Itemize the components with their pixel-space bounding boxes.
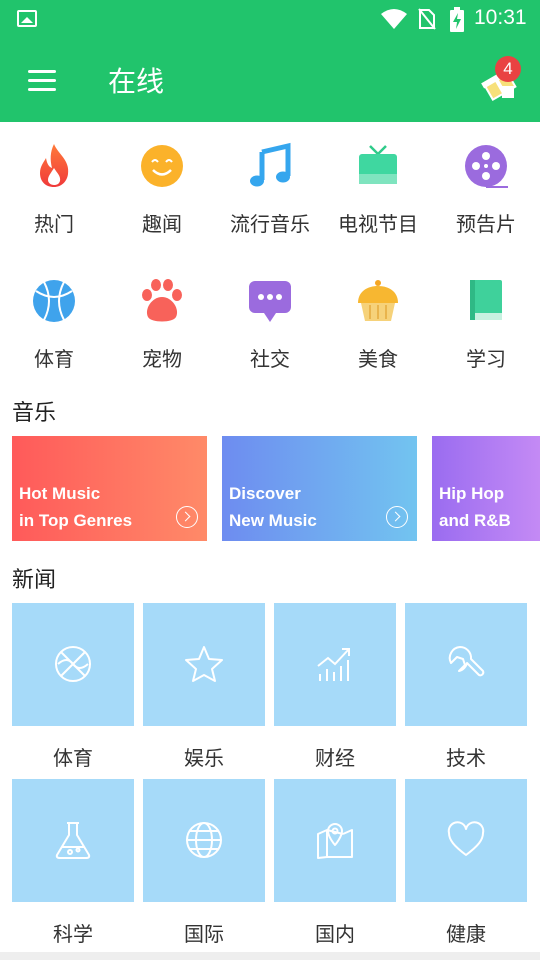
music-note-icon — [250, 142, 291, 187]
category-fun[interactable]: 趣闻 — [108, 122, 216, 242]
category-pets[interactable]: 宠物 — [108, 257, 216, 377]
category-label: 电视节目 — [338, 212, 418, 236]
status-bar: 10:31 — [0, 0, 540, 40]
news-tile-international[interactable] — [143, 779, 265, 902]
basketball-icon — [33, 280, 75, 322]
music-card-hot[interactable]: Hot Music in Top Genres — [12, 436, 207, 541]
status-time: 10:31 — [474, 6, 527, 29]
category-label: 社交 — [250, 347, 290, 371]
bottom-edge — [0, 952, 540, 960]
news-tile-tech[interactable] — [405, 603, 527, 726]
music-section-title: 音乐 — [12, 401, 57, 426]
category-label: 流行音乐 — [230, 212, 310, 236]
notification-badge: 4 — [495, 56, 521, 82]
cake-icon — [358, 280, 398, 321]
news-tile-finance[interactable] — [274, 603, 396, 726]
category-label: 预告片 — [456, 212, 516, 236]
category-label: 学习 — [466, 347, 506, 371]
category-tv-shows[interactable]: 电视节目 — [324, 122, 432, 242]
category-label: 美食 — [358, 347, 398, 371]
smiley-icon — [141, 145, 183, 187]
music-card-discover[interactable]: Discover New Music — [222, 436, 417, 541]
chevron-right-icon — [176, 506, 198, 528]
wrench-icon — [448, 645, 485, 677]
app-bar: 在线 4 — [0, 40, 540, 122]
chevron-right-icon — [386, 506, 408, 528]
news-label: 财经 — [315, 746, 355, 770]
news-label: 体育 — [53, 746, 93, 770]
category-hot[interactable]: 热门 — [0, 122, 108, 242]
news-tile-domestic[interactable] — [274, 779, 396, 902]
music-card-text: Hot Music in Top Genres — [19, 484, 133, 530]
news-label: 技术 — [446, 746, 486, 770]
chat-bubble-icon — [249, 281, 291, 322]
tv-icon — [359, 145, 397, 184]
category-food[interactable]: 美食 — [324, 257, 432, 377]
category-label: 热门 — [34, 212, 74, 236]
heart-icon — [447, 821, 485, 856]
book-icon — [470, 280, 502, 320]
category-study[interactable]: 学习 — [432, 257, 540, 377]
category-pop-music[interactable]: 流行音乐 — [216, 122, 324, 242]
page-title: 在线 — [108, 65, 165, 98]
category-label: 宠物 — [142, 347, 182, 371]
category-label: 趣闻 — [142, 212, 182, 236]
film-reel-icon — [465, 145, 508, 188]
fire-icon — [40, 144, 69, 187]
music-card-hiphop[interactable]: Hip Hop and R&B — [432, 436, 540, 541]
news-label: 科学 — [53, 922, 93, 946]
news-tile-sports[interactable] — [12, 603, 134, 726]
flask-icon — [55, 822, 91, 859]
wifi-icon — [381, 9, 407, 29]
news-tile-entertainment[interactable] — [143, 603, 265, 726]
category-sports[interactable]: 体育 — [0, 257, 108, 377]
news-label: 国际 — [184, 922, 224, 946]
top-bar: 10:31 在线 4 — [0, 0, 540, 122]
paw-icon — [142, 279, 182, 322]
menu-button[interactable] — [28, 70, 56, 92]
news-label: 健康 — [446, 922, 486, 946]
music-card-text: Discover New Music — [229, 484, 317, 530]
category-social[interactable]: 社交 — [216, 257, 324, 377]
ball-icon — [55, 646, 91, 682]
news-label: 国内 — [315, 922, 355, 946]
category-label: 体育 — [34, 347, 74, 371]
battery-charging-icon — [450, 7, 464, 32]
news-label: 娱乐 — [184, 746, 224, 770]
no-sim-icon — [418, 8, 436, 30]
music-card-text: Hip Hop and R&B — [439, 484, 511, 530]
news-tile-science[interactable] — [12, 779, 134, 902]
star-icon — [185, 646, 223, 682]
chart-icon — [317, 648, 350, 681]
news-section-title: 新闻 — [12, 568, 57, 593]
map-pin-icon — [317, 823, 353, 859]
category-trailers[interactable]: 预告片 — [432, 122, 540, 242]
news-tile-health[interactable] — [405, 779, 527, 902]
main-content: 热门 趣闻 流行音乐 电视节目 预告片 体育 宠物 社交 美食 学习 音乐 Ho… — [0, 122, 540, 952]
globe-icon — [186, 822, 222, 858]
image-notification-icon — [17, 10, 37, 27]
